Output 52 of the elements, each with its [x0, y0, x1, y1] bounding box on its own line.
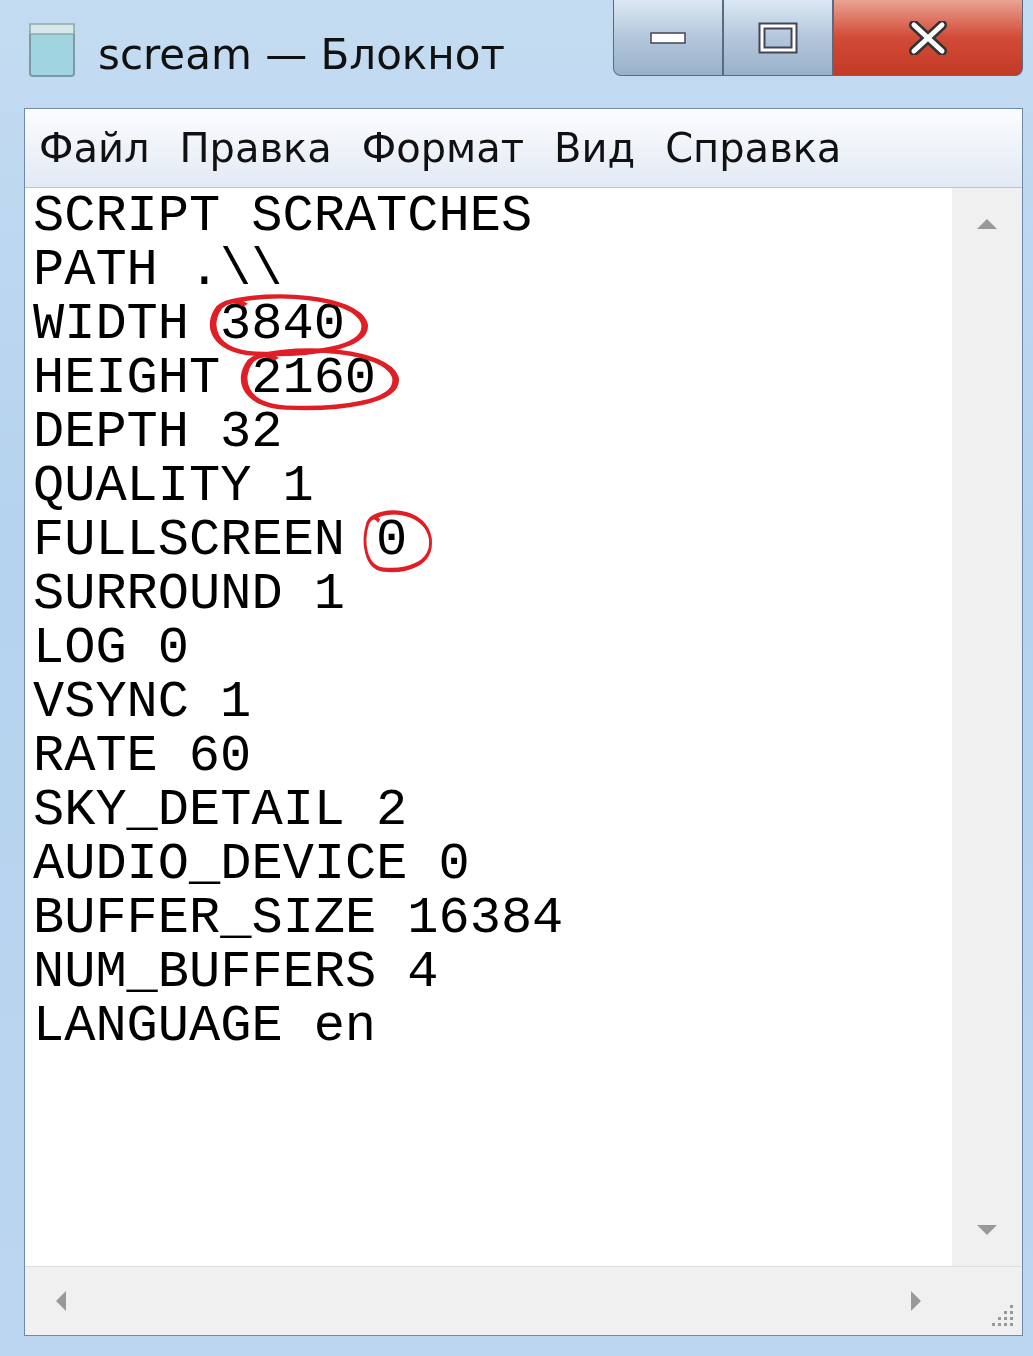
menu-item[interactable]: Справка — [665, 125, 842, 171]
setting-value: 2160 — [251, 352, 377, 406]
menu-item[interactable]: Формат — [361, 125, 525, 171]
maximize-button[interactable] — [723, 0, 833, 76]
setting-key: WIDTH — [33, 298, 190, 352]
setting-value: .\\ — [188, 244, 283, 298]
close-icon — [908, 20, 948, 55]
setting-key: HEIGHT — [33, 352, 221, 406]
maximize-icon — [758, 21, 798, 54]
setting-value: SCRATCHES — [251, 190, 533, 244]
setting-value: 60 — [188, 730, 252, 784]
setting-value: 0 — [438, 838, 470, 892]
setting-value: 1 — [220, 676, 252, 730]
setting-key: LOG — [33, 622, 127, 676]
setting-key: LANGUAGE — [33, 1000, 283, 1054]
menu-item[interactable]: Файл — [39, 125, 150, 171]
setting-key: SKY_DETAIL — [33, 784, 346, 838]
window-title: scream — Блокнот — [98, 30, 505, 79]
setting-key: PATH — [33, 244, 158, 298]
setting-key: AUDIO_DEVICE — [33, 838, 408, 892]
setting-value: 4 — [407, 946, 439, 1000]
setting-key: DEPTH — [33, 406, 190, 460]
setting-key: NUM_BUFFERS — [33, 946, 377, 1000]
setting-key: FULLSCREEN — [33, 514, 346, 568]
setting-value: 0 — [157, 622, 189, 676]
horizontal-scrollbar[interactable] — [25, 1267, 952, 1335]
setting-key: BUFFER_SIZE — [33, 892, 377, 946]
setting-value: 0 — [376, 514, 408, 568]
setting-value: 16384 — [407, 892, 564, 946]
close-button[interactable] — [833, 0, 1023, 76]
setting-value: 2 — [376, 784, 408, 838]
down-arrow-icon — [976, 1224, 998, 1236]
setting-key: QUALITY — [33, 460, 252, 514]
setting-key: SURROUND — [33, 568, 283, 622]
left-arrow-icon — [55, 1290, 67, 1312]
setting-value: 1 — [282, 460, 314, 514]
minimize-icon — [650, 31, 686, 44]
setting-key: VSYNC — [33, 676, 190, 730]
setting-value: 1 — [313, 568, 345, 622]
setting-key: RATE — [33, 730, 158, 784]
setting-value: en — [313, 1000, 377, 1054]
up-arrow-icon — [976, 218, 998, 230]
setting-value: 3840 — [220, 298, 345, 352]
menu-item[interactable]: Вид — [554, 125, 636, 171]
menu-item[interactable]: Правка — [179, 125, 332, 171]
setting-value: 32 — [220, 406, 283, 460]
circle-annotation — [362, 508, 434, 574]
vertical-scrollbar[interactable] — [952, 188, 1022, 1266]
setting-key: SCRIPT — [33, 190, 221, 244]
right-arrow-icon — [910, 1290, 922, 1312]
minimize-button[interactable] — [613, 0, 723, 76]
resize-grip-icon — [990, 1303, 1014, 1327]
